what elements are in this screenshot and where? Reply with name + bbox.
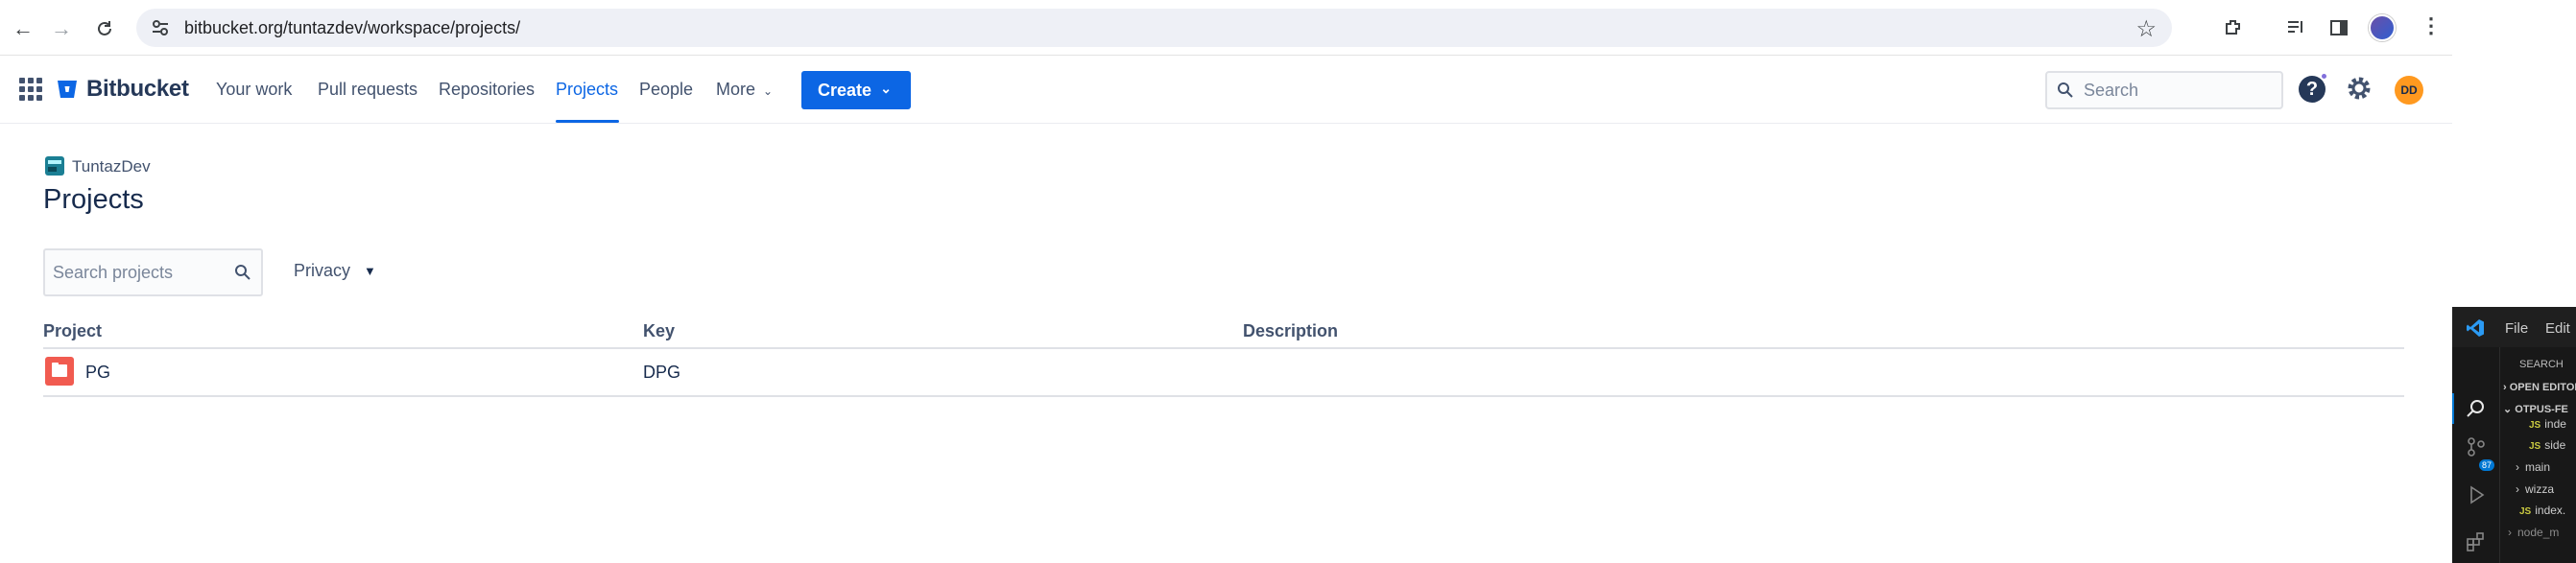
chevron-down-icon: ⌄	[2503, 404, 2513, 415]
active-view-indicator	[2452, 393, 2454, 424]
chevron-right-icon: ›	[2508, 526, 2512, 539]
folder-item[interactable]: › main	[2516, 460, 2550, 474]
nav-projects[interactable]: Projects	[556, 80, 618, 100]
project-avatar-icon[interactable]	[45, 357, 74, 386]
browser-menu-icon[interactable]: ⋮	[2421, 13, 2442, 38]
project-key: DPG	[643, 363, 681, 382]
browser-toolbar: ← → bitbucket.org/tuntazdev/workspace/pr…	[0, 0, 2452, 56]
search-icon[interactable]	[2465, 397, 2488, 420]
vscode-menu-edit[interactable]: Edit	[2545, 320, 2570, 337]
folder-item[interactable]: › node_m	[2508, 526, 2559, 539]
vscode-activity-bar: 87	[2452, 347, 2500, 563]
help-icon-glyph: ?	[2305, 78, 2319, 100]
nav-more[interactable]: More ⌄	[716, 80, 773, 100]
project-folder[interactable]: ⌄ OTPUS-FE	[2503, 403, 2568, 415]
side-panel-icon[interactable]	[2325, 13, 2353, 42]
notification-dot	[2320, 72, 2328, 81]
workspace-icon	[45, 156, 64, 176]
column-header-description[interactable]: Description	[1243, 321, 1338, 341]
forward-icon[interactable]: →	[46, 13, 77, 44]
media-controls-icon[interactable]	[2281, 13, 2310, 42]
global-search[interactable]	[2045, 71, 2283, 109]
vscode-titlebar: File Edit	[2452, 307, 2576, 347]
url-text[interactable]: bitbucket.org/tuntazdev/workspace/projec…	[184, 18, 520, 38]
nav-pull-requests[interactable]: Pull requests	[318, 80, 417, 100]
project-name-link[interactable]: PG	[85, 363, 110, 383]
source-control-icon[interactable]	[2465, 435, 2488, 458]
nav-people[interactable]: People	[639, 80, 693, 100]
folder-item[interactable]: › wizza	[2516, 482, 2554, 496]
extensions-icon[interactable]	[2465, 529, 2488, 552]
vscode-window: File Edit 87 SEARCH › OPEN EDITORS ⌄ OTP…	[2452, 307, 2576, 563]
vscode-logo-icon	[2467, 319, 2484, 337]
bitbucket-logo[interactable]: Bitbucket	[56, 76, 189, 103]
nav-your-work[interactable]: Your work	[216, 80, 292, 100]
table-header-divider	[43, 347, 2404, 349]
search-icon[interactable]	[234, 264, 251, 281]
extensions-icon[interactable]	[2219, 13, 2248, 42]
global-search-input[interactable]	[2084, 80, 2276, 101]
project-folder-label: OTPUS-FE	[2515, 404, 2568, 415]
file-item[interactable]: JS side	[2529, 438, 2565, 452]
profile-avatar[interactable]	[2369, 14, 2396, 41]
column-header-key[interactable]: Key	[643, 321, 675, 341]
chevron-down-icon: ⌄	[880, 81, 892, 96]
nav-repositories[interactable]: Repositories	[439, 80, 535, 100]
javascript-file-icon: JS	[2529, 420, 2541, 431]
vscode-explorer: SEARCH › OPEN EDITORS ⌄ OTPUS-FE JSinde …	[2500, 347, 2576, 563]
javascript-file-icon: JS	[2519, 506, 2532, 517]
table-row-divider	[43, 395, 2404, 397]
bitbucket-logo-icon	[58, 81, 77, 98]
app-switcher-icon[interactable]	[19, 78, 42, 101]
back-icon[interactable]: ←	[8, 13, 38, 44]
brand-name: Bitbucket	[86, 76, 189, 102]
active-nav-indicator	[556, 120, 619, 123]
privacy-filter-label: Privacy	[294, 261, 351, 280]
file-item[interactable]: JS index.	[2519, 504, 2565, 517]
user-avatar[interactable]: DD	[2395, 76, 2423, 105]
chevron-right-icon: ›	[2516, 482, 2519, 496]
bitbucket-header: Bitbucket Your work Pull requests Reposi…	[0, 57, 2452, 124]
privacy-filter[interactable]: Privacy ▼	[294, 261, 376, 281]
chevron-down-icon: ▼	[364, 264, 376, 278]
vscode-menu-file[interactable]: File	[2505, 320, 2528, 337]
column-header-project[interactable]: Project	[43, 321, 102, 341]
address-bar[interactable]: bitbucket.org/tuntazdev/workspace/projec…	[136, 9, 2172, 47]
nav-more-label: More	[716, 80, 756, 99]
open-editors-label: OPEN EDITORS	[2509, 382, 2576, 393]
bookmark-star-icon[interactable]: ☆	[2135, 15, 2157, 43]
search-icon	[2058, 82, 2073, 98]
create-button[interactable]: Create ⌄	[801, 71, 911, 109]
project-search[interactable]	[43, 248, 263, 296]
chevron-right-icon: ›	[2516, 460, 2519, 474]
workspace-breadcrumb[interactable]: TuntazDev	[72, 157, 151, 176]
file-item[interactable]: JS inde	[2529, 417, 2566, 431]
reload-icon[interactable]	[89, 13, 120, 44]
site-info-icon[interactable]	[150, 17, 171, 38]
open-editors-section[interactable]: › OPEN EDITORS	[2503, 382, 2576, 393]
chevron-down-icon: ⌄	[763, 84, 774, 98]
gear-icon[interactable]	[2345, 74, 2373, 103]
source-control-badge: 87	[2479, 459, 2495, 471]
chevron-right-icon: ›	[2503, 382, 2507, 393]
project-search-input[interactable]	[53, 262, 226, 283]
page-title: Projects	[43, 184, 144, 215]
javascript-file-icon: JS	[2529, 441, 2541, 452]
create-button-label: Create	[818, 80, 872, 100]
run-debug-icon[interactable]	[2465, 483, 2488, 506]
search-header: SEARCH	[2519, 359, 2564, 370]
